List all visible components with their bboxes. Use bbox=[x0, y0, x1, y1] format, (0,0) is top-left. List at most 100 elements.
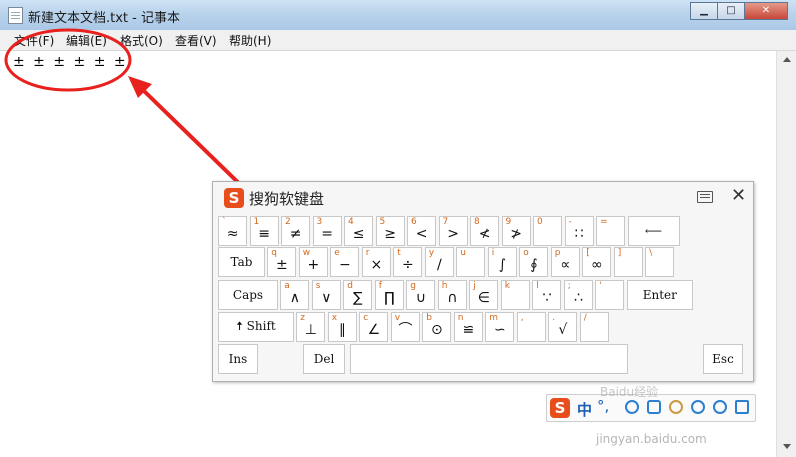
key-c[interactable]: c ∠ bbox=[359, 312, 389, 342]
key-symbol: ⊥ bbox=[304, 322, 317, 338]
key-/[interactable]: / bbox=[579, 312, 609, 342]
key-symbol: ∧ bbox=[289, 290, 301, 306]
key-f[interactable]: f ∏ bbox=[374, 280, 404, 310]
key-tab[interactable]: Tab bbox=[218, 247, 265, 277]
key-label: ⟵ bbox=[644, 224, 663, 238]
key-v[interactable]: v ⌒ bbox=[390, 312, 420, 342]
key-][interactable]: ] bbox=[613, 247, 643, 277]
key-b[interactable]: b ⊙ bbox=[422, 312, 452, 342]
key--[interactable]: - ∷ bbox=[564, 216, 594, 246]
key-9[interactable]: 9 ≯ bbox=[501, 216, 531, 246]
ime-logo-icon[interactable]: S bbox=[550, 398, 570, 418]
key-shift-char: \ bbox=[649, 248, 653, 258]
key-ins[interactable]: Ins bbox=[218, 344, 258, 374]
watermark-logo: Baidu经验 bbox=[600, 385, 659, 399]
key-x[interactable]: x ∥ bbox=[327, 312, 357, 342]
key-1[interactable]: 1 ≡ bbox=[249, 216, 279, 246]
key-6[interactable]: 6 < bbox=[407, 216, 437, 246]
ime-mode-toggle[interactable]: 中 bbox=[577, 399, 592, 420]
key-label: Enter bbox=[642, 288, 677, 302]
key-symbol: ∠ bbox=[367, 322, 381, 338]
key-g[interactable]: g ∪ bbox=[406, 280, 436, 310]
keyboard-toggle-icon[interactable] bbox=[669, 400, 683, 414]
key-=[interactable]: = bbox=[596, 216, 626, 246]
key-symbol: ⊙ bbox=[431, 322, 443, 338]
key-enter[interactable]: Enter bbox=[626, 280, 693, 310]
key-l[interactable]: l ∵ bbox=[532, 280, 562, 310]
key-symbol: ∴ bbox=[573, 290, 583, 306]
key-esc[interactable]: Esc bbox=[703, 344, 743, 374]
key-symbol: ≯ bbox=[510, 226, 522, 242]
key-shift-char: ' bbox=[599, 281, 602, 291]
key-.[interactable]: . √ bbox=[548, 312, 578, 342]
keyboard-title: 搜狗软键盘 bbox=[249, 190, 325, 208]
key-symbol: ∽ bbox=[494, 322, 506, 338]
key-m[interactable]: m ∽ bbox=[485, 312, 515, 342]
key-w[interactable]: w + bbox=[298, 247, 328, 277]
key-i[interactable]: i ∫ bbox=[487, 247, 517, 277]
key-`[interactable]: ` ≈ bbox=[218, 216, 248, 246]
key-label: Tab bbox=[230, 255, 253, 269]
key-symbol: ≥ bbox=[384, 226, 396, 242]
key-a[interactable]: a ∧ bbox=[280, 280, 310, 310]
key-symbol: ∩ bbox=[447, 290, 458, 306]
key-\[interactable]: \ bbox=[645, 247, 675, 277]
key-k[interactable]: k bbox=[500, 280, 530, 310]
key-h[interactable]: h ∩ bbox=[437, 280, 467, 310]
skin-icon[interactable] bbox=[691, 400, 705, 414]
key-p[interactable]: p ∝ bbox=[550, 247, 580, 277]
key-,[interactable]: , bbox=[516, 312, 546, 342]
key-7[interactable]: 7 > bbox=[438, 216, 468, 246]
key-shift-char: / bbox=[583, 313, 587, 323]
key-u[interactable]: u bbox=[456, 247, 486, 277]
key-label: Del bbox=[313, 352, 335, 366]
keyboard-close-button[interactable]: ✕ bbox=[731, 185, 746, 206]
key-shift-char: ] bbox=[617, 248, 622, 258]
key-s[interactable]: s ∨ bbox=[311, 280, 341, 310]
key-y[interactable]: y ∕ bbox=[424, 247, 454, 277]
key-[interactable]: ⟵ bbox=[627, 216, 680, 246]
key-label: Ins bbox=[228, 352, 248, 366]
key-4[interactable]: 4 ≤ bbox=[344, 216, 374, 246]
soft-keyboard: S 搜狗软键盘 ✕ ` ≈1 ≡ 2 ≠ 3 = 4 ≤5 ≥6 <7 >8 ≮ 9 ≯ 0 - ∷ = ⟵ Tab q ±… bbox=[212, 181, 754, 382]
key-symbol: ∪ bbox=[415, 290, 427, 306]
key-symbol: ≈ bbox=[226, 226, 239, 242]
key-3[interactable]: 3 = bbox=[312, 216, 342, 246]
key-2[interactable]: 2 ≠ bbox=[281, 216, 311, 246]
key-0[interactable]: 0 bbox=[533, 216, 563, 246]
key-5[interactable]: 5 ≥ bbox=[375, 216, 405, 246]
key-symbol: ∝ bbox=[560, 257, 571, 273]
key-e[interactable]: e − bbox=[330, 247, 360, 277]
keyboard-icon[interactable] bbox=[697, 191, 713, 203]
key-8[interactable]: 8 ≮ bbox=[470, 216, 500, 246]
key-del[interactable]: Del bbox=[303, 344, 345, 374]
microphone-icon[interactable] bbox=[647, 400, 661, 414]
key-;[interactable]: ; ∴ bbox=[563, 280, 593, 310]
key-symbol: ⌒ bbox=[398, 322, 413, 338]
key-q[interactable]: q ± bbox=[267, 247, 297, 277]
key-'[interactable]: ' bbox=[595, 280, 625, 310]
key-symbol: ≡ bbox=[258, 226, 270, 242]
key-symbol: ≠ bbox=[289, 226, 302, 242]
highlight-ellipse-text bbox=[4, 28, 132, 92]
key-symbol: + bbox=[307, 257, 320, 273]
toolbox-icon[interactable] bbox=[713, 400, 727, 414]
key-caps[interactable]: Caps bbox=[218, 280, 278, 310]
key-n[interactable]: n ≌ bbox=[453, 312, 483, 342]
key-shift[interactable]: 🠅 Shift bbox=[218, 312, 294, 342]
settings-icon[interactable] bbox=[735, 400, 749, 414]
key-label: 🠅 Shift bbox=[236, 318, 276, 333]
key-d[interactable]: d ∑ bbox=[343, 280, 373, 310]
key-space[interactable] bbox=[350, 344, 628, 374]
key-j[interactable]: j ∈ bbox=[469, 280, 499, 310]
key-t[interactable]: t ÷ bbox=[393, 247, 423, 277]
key-shift-char: = bbox=[600, 217, 608, 227]
sogou-logo-icon: S bbox=[224, 188, 244, 208]
key-o[interactable]: o ∮ bbox=[519, 247, 549, 277]
emoji-icon[interactable] bbox=[625, 400, 639, 414]
key-z[interactable]: z ⊥ bbox=[296, 312, 326, 342]
key-symbol: ∫ bbox=[498, 257, 507, 273]
key-r[interactable]: r × bbox=[361, 247, 391, 277]
key-[[interactable]: [∞ bbox=[582, 247, 612, 277]
key-symbol: = bbox=[321, 226, 333, 242]
